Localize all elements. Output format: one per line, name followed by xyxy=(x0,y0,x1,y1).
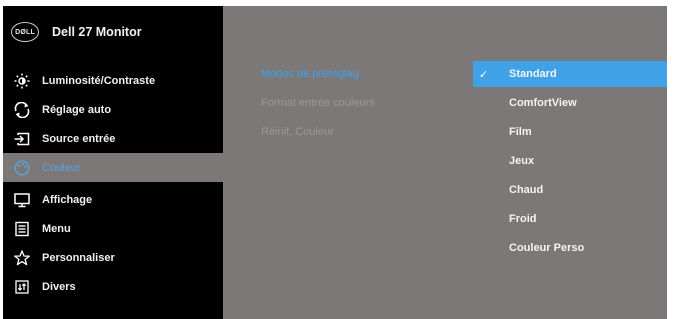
checkmark-icon: ✓ xyxy=(479,68,489,81)
option-couleur-perso[interactable]: Couleur Perso xyxy=(473,235,667,261)
sidebar-item-menu[interactable]: Menu xyxy=(3,214,223,243)
sidebar-item-display[interactable]: Affichage xyxy=(3,185,223,214)
osd-content-panel: Modes de préréglag Format entrée couleur… xyxy=(223,6,667,319)
display-icon xyxy=(14,192,30,208)
option-froid[interactable]: Froid xyxy=(473,206,667,232)
input-source-icon xyxy=(14,131,30,147)
submenu-item-preset-modes[interactable]: Modes de préréglag xyxy=(261,68,359,80)
auto-adjust-icon xyxy=(14,101,30,118)
sidebar-item-label: Divers xyxy=(42,280,76,293)
option-chaud[interactable]: Chaud xyxy=(473,177,667,203)
option-comfortview[interactable]: ComfortView xyxy=(473,90,667,116)
sidebar-item-label: Affichage xyxy=(42,193,93,206)
option-jeux[interactable]: Jeux xyxy=(473,148,667,174)
sidebar-item-label: Personnaliser xyxy=(42,251,115,264)
sidebar-item-brightness-contrast[interactable]: Luminosité/Contraste xyxy=(3,66,223,95)
option-label: ComfortView xyxy=(509,97,577,109)
sidebar-item-label: Menu xyxy=(42,222,71,235)
color-palette-icon xyxy=(14,159,30,176)
submenu-item-input-color-format[interactable]: Format entrée couleurs xyxy=(261,97,375,109)
option-label: Standard xyxy=(509,68,557,80)
star-icon xyxy=(14,249,30,266)
option-label: Couleur Perso xyxy=(509,242,585,254)
option-label: Jeux xyxy=(509,155,535,167)
option-label: Chaud xyxy=(509,184,544,196)
option-film[interactable]: Film xyxy=(473,119,667,145)
dell-logo: DØLL xyxy=(11,22,39,42)
sidebar-item-input-source[interactable]: Source entrée xyxy=(3,124,223,153)
menu-icon xyxy=(14,221,30,237)
monitor-model-title: Dell 27 Monitor xyxy=(52,25,142,39)
sidebar-item-personalize[interactable]: Personnaliser xyxy=(3,243,223,272)
sidebar-item-label: Luminosité/Contraste xyxy=(42,74,156,87)
option-label: Film xyxy=(509,126,532,138)
sidebar-item-color[interactable]: Couleur xyxy=(3,153,223,182)
submenu-item-reset-color[interactable]: Réinit. Couleur xyxy=(261,126,334,138)
osd-sidebar: DØLL Dell 27 Monitor Luminosité/Contrast… xyxy=(3,6,223,319)
osd-header: DØLL Dell 27 Monitor xyxy=(3,6,223,58)
sidebar-item-auto-adjust[interactable]: Réglage auto xyxy=(3,95,223,124)
brightness-icon xyxy=(14,73,30,89)
sidebar-item-label: Réglage auto xyxy=(42,103,112,116)
sidebar-item-label: Couleur xyxy=(42,161,81,174)
option-label: Froid xyxy=(509,213,537,225)
sidebar-item-others[interactable]: Divers xyxy=(3,272,223,301)
sidebar-item-label: Source entrée xyxy=(42,132,116,145)
monitor-osd: DØLL Dell 27 Monitor Luminosité/Contrast… xyxy=(3,6,667,319)
option-standard[interactable]: ✓ Standard xyxy=(473,61,667,87)
others-icon xyxy=(14,279,30,295)
